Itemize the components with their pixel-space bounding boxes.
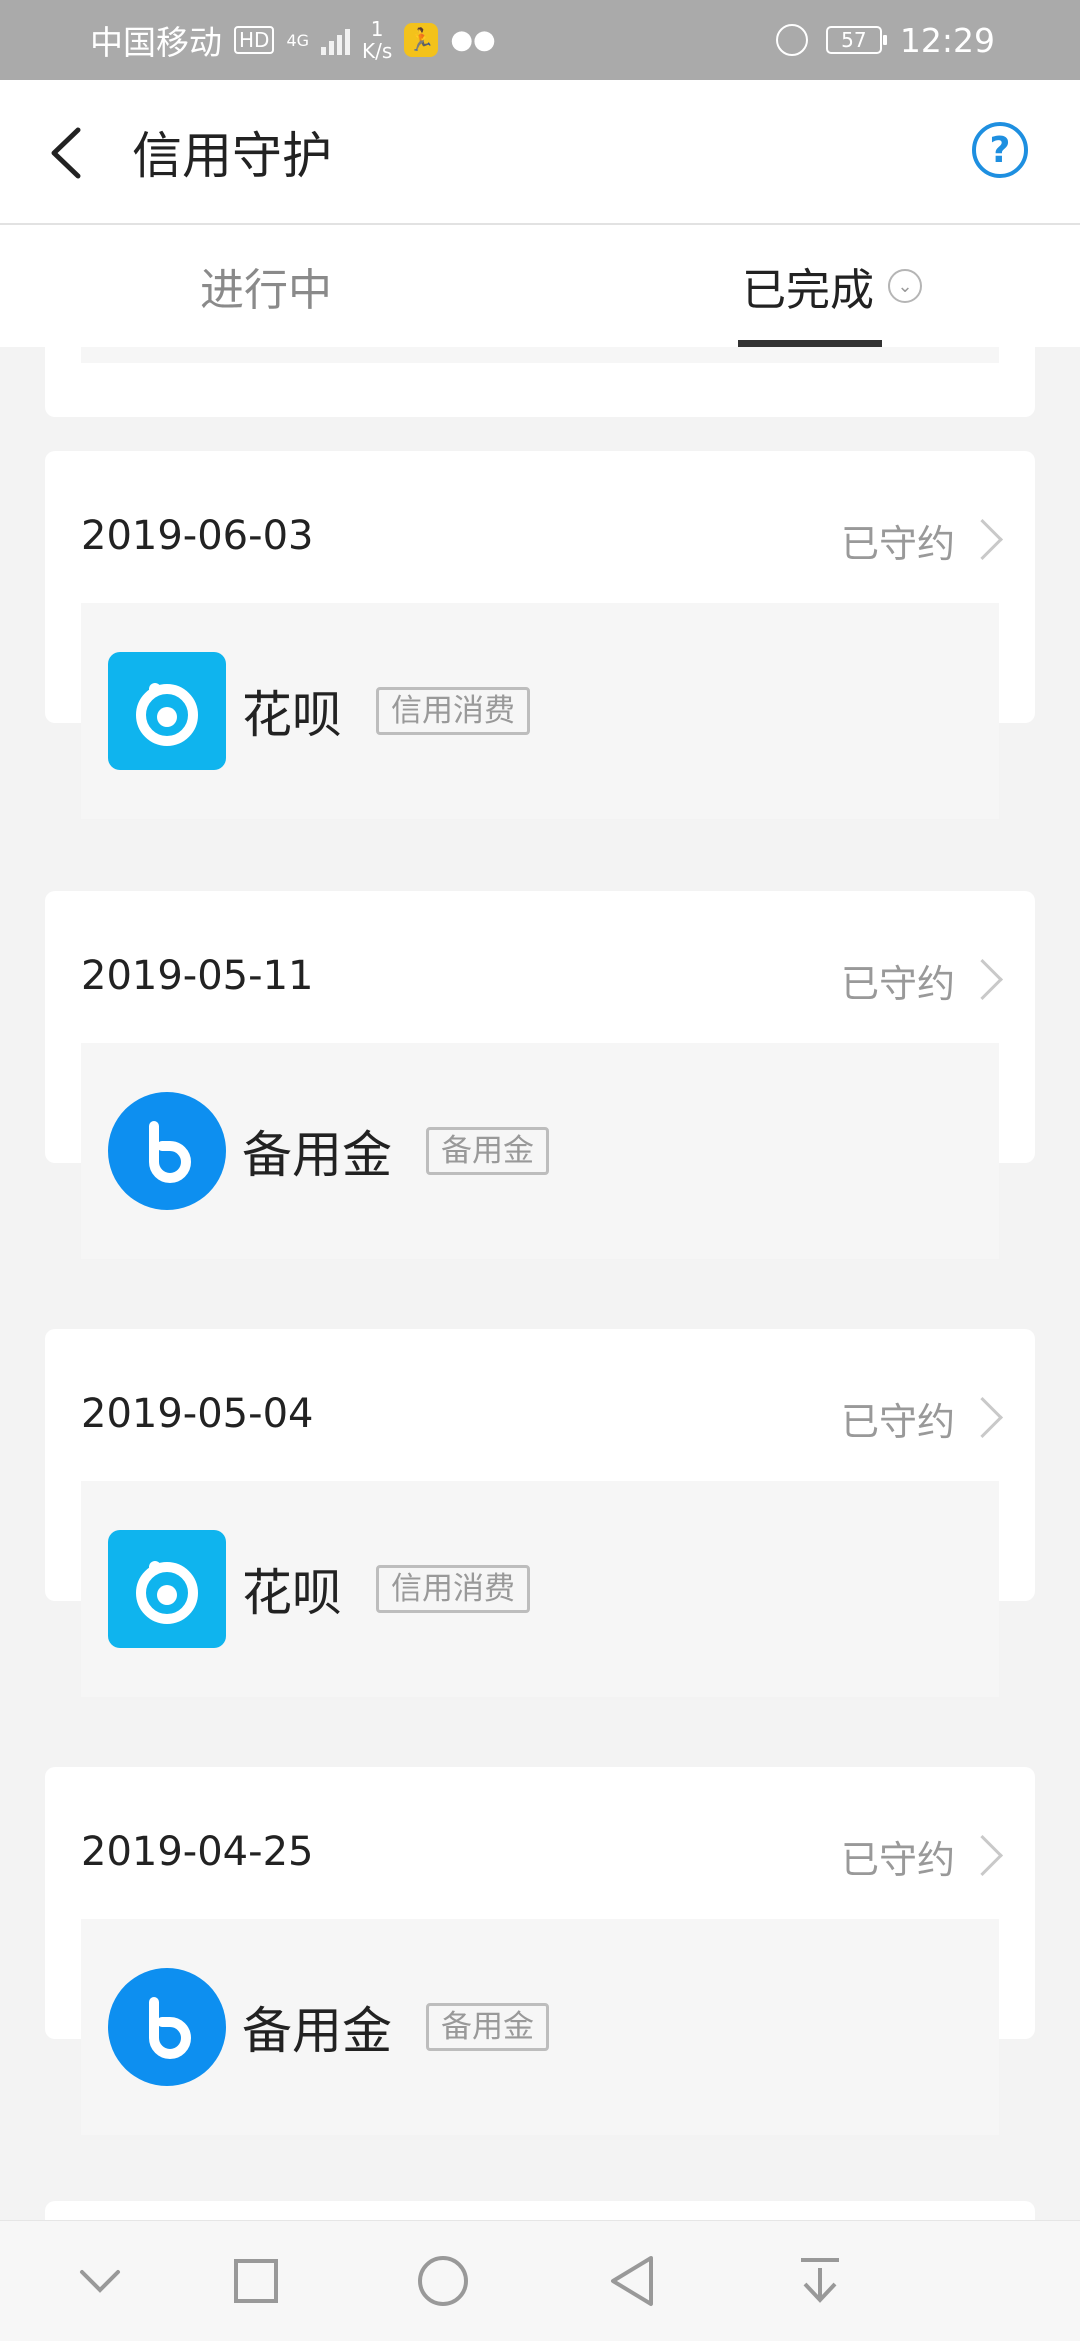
chevron-left-icon [51,127,81,179]
product-tag: 备用金 [426,2003,549,2051]
help-button[interactable]: ? [972,122,1028,178]
page-title: 信用守护 [132,127,332,185]
product-row: 备用金 备用金 [81,1919,999,2135]
record-date: 2019-06-03 [81,513,314,559]
chevron-right-icon [961,518,1004,561]
chevron-down-icon [80,2270,120,2293]
product-name: 备用金 [242,1126,392,1184]
back-button[interactable] [40,118,100,188]
record-card[interactable]: 2019-05-04 已守约 花呗 信用消费 [45,1329,1035,1697]
product-tag: 备用金 [426,1127,549,1175]
notification-pulldown-button[interactable] [790,2251,850,2311]
record-card[interactable]: 2019-06-03 已守约 花呗 信用消费 [45,451,1035,819]
pull-down-icon [801,2258,839,2303]
record-list: 2019-06-03 已守约 花呗 信用消费 2019-05-11 已守约 备用… [0,347,1080,2220]
tab-in-progress[interactable]: 进行中 [200,225,332,347]
home-button[interactable] [413,2251,473,2311]
record-card[interactable]: 2019-04-25 已守约 备用金 备用金 [45,1767,1035,2135]
app-header: 信用守护 ? [0,80,1080,225]
signal-icon [321,25,351,55]
collapse-button[interactable] [70,2251,130,2311]
record-status: 已守约 [840,1400,955,1444]
status-bar: 中国移动 HD 4G 1 K/s 🏃 ●● 57 12:29 [0,0,1080,80]
back-nav-button[interactable] [602,2251,662,2311]
network-speed: 1 K/s [362,17,393,63]
question-icon: ? [989,129,1011,171]
carrier-name: 中国移动 [90,23,222,62]
recent-apps-button[interactable] [226,2251,286,2311]
record-card[interactable]: 2019-05-11 已守约 备用金 备用金 [45,891,1035,1259]
wechat-icon: ●● [450,25,496,55]
product-row: 备用金 备用金 [81,1043,999,1259]
circle-icon [418,2256,468,2306]
beiyongjin-logo-icon [108,1968,226,2086]
chevron-right-icon [961,1396,1004,1439]
network-type: 4G [286,30,310,50]
record-date: 2019-05-04 [81,1391,314,1437]
record-status: 已守约 [840,962,955,1006]
product-row: 花呗 信用消费 [81,1481,999,1697]
product-name: 花呗 [242,1564,342,1622]
huabei-logo-icon [108,1530,226,1648]
product-row: 花呗 信用消费 [81,603,999,819]
triangle-back-icon [611,2256,653,2306]
product-name: 备用金 [242,2002,392,2060]
product-row-partial [81,347,999,363]
record-date: 2019-04-25 [81,1829,314,1875]
clock: 12:29 [899,20,995,60]
battery-icon: 57 [825,26,887,54]
chevron-right-icon [961,1834,1004,1877]
product-tag: 信用消费 [376,1565,530,1613]
alarm-icon [775,24,808,56]
tab-bar: 进行中 已完成 ⌄ [0,225,1080,348]
chevron-down-icon[interactable]: ⌄ [888,269,922,303]
product-tag: 信用消费 [376,687,530,735]
record-status: 已守约 [840,1838,955,1882]
record-status: 已守约 [840,522,955,566]
record-card-partial[interactable] [45,347,1035,417]
hd-badge: HD [234,26,275,54]
running-app-icon: 🏃 [404,23,439,57]
product-name: 花呗 [242,686,342,744]
record-date: 2019-05-11 [81,953,314,999]
huabei-logo-icon [108,652,226,770]
tab-completed[interactable]: 已完成 ⌄ [742,225,922,347]
chevron-right-icon [961,958,1004,1001]
square-icon [234,2259,278,2303]
beiyongjin-logo-icon [108,1092,226,1210]
record-card-partial[interactable] [45,2201,1035,2220]
system-nav-bar [0,2220,1080,2341]
